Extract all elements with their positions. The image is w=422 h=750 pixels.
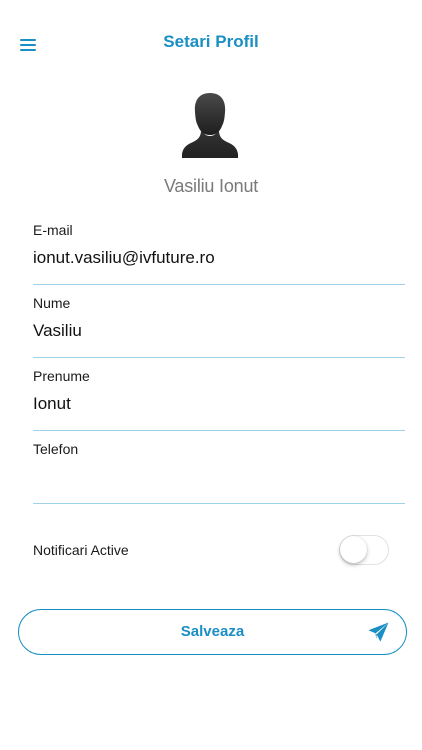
- last-name-label: Nume: [33, 295, 71, 311]
- first-name-field[interactable]: Prenume: [33, 368, 405, 431]
- phone-input[interactable]: [33, 465, 405, 489]
- first-name-label: Prenume: [33, 368, 90, 384]
- paper-plane-send-icon: [368, 622, 389, 642]
- email-input[interactable]: [33, 246, 405, 270]
- phone-field[interactable]: Telefon: [33, 441, 405, 504]
- phone-label: Telefon: [33, 441, 79, 457]
- save-button[interactable]: Salveaza: [18, 609, 407, 655]
- email-label: E-mail: [33, 222, 73, 238]
- last-name-field[interactable]: Nume: [33, 295, 405, 358]
- first-name-input[interactable]: [33, 392, 405, 416]
- toggle-knob: [340, 536, 367, 563]
- last-name-input[interactable]: [33, 319, 405, 343]
- save-button-label: Salveaza: [180, 623, 245, 640]
- app-header: Setari Profil: [0, 0, 422, 86]
- profile-name: Vasiliu Ionut: [163, 176, 259, 196]
- user-silhouette-icon: [181, 92, 239, 160]
- email-field[interactable]: E-mail: [33, 222, 405, 285]
- notifications-label: Notificari Active: [33, 542, 129, 558]
- notifications-toggle[interactable]: [339, 535, 389, 565]
- notifications-row: Notificari Active: [33, 534, 389, 568]
- page-title: Setari Profil: [163, 32, 259, 51]
